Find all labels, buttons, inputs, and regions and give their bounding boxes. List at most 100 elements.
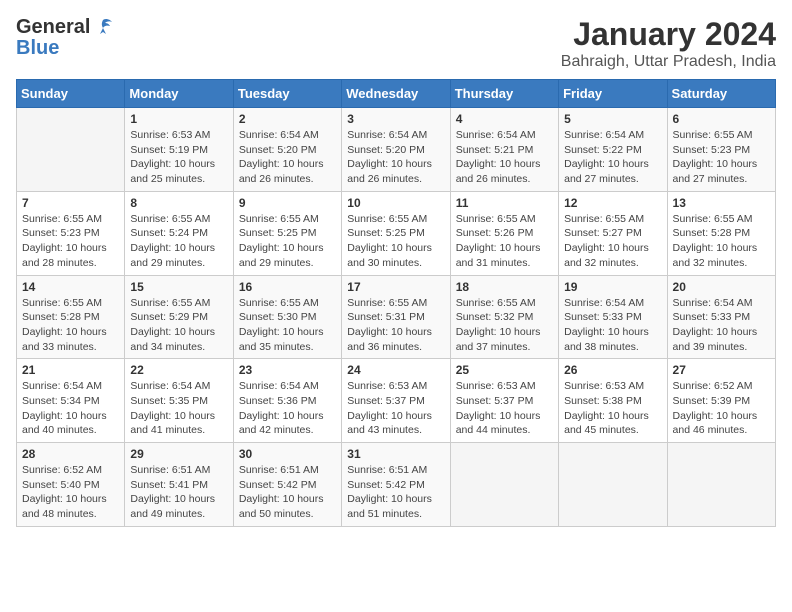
day-number: 1 xyxy=(130,112,227,126)
day-number: 23 xyxy=(239,363,336,377)
day-info: Sunrise: 6:53 AM Sunset: 5:38 PM Dayligh… xyxy=(564,379,661,438)
month-year-title: January 2024 xyxy=(561,16,776,53)
calendar-cell: 22Sunrise: 6:54 AM Sunset: 5:35 PM Dayli… xyxy=(125,359,233,443)
day-number: 6 xyxy=(673,112,770,126)
day-info: Sunrise: 6:55 AM Sunset: 5:30 PM Dayligh… xyxy=(239,296,336,355)
calendar-cell: 13 Sunrise: 6:55 AM Sunset: 5:28 PM Dayli… xyxy=(667,191,775,275)
day-number: 8 xyxy=(130,196,227,210)
calendar-week-row: 1 Sunrise: 6:53 AM Sunset: 5:19 PM Daylig… xyxy=(17,108,776,192)
calendar-cell xyxy=(450,443,558,527)
day-info: Sunrise: 6:55 AM Sunset: 5:27 PM Dayligh… xyxy=(564,212,661,271)
calendar-cell: 9 Sunrise: 6:55 AM Sunset: 5:25 PM Daylig… xyxy=(233,191,341,275)
calendar-cell: 23 Sunrise: 6:54 AM Sunset: 5:36 PM Dayli… xyxy=(233,359,341,443)
day-number: 28 xyxy=(22,447,119,461)
weekday-header-sunday: Sunday xyxy=(17,80,125,108)
day-info: Sunrise: 6:54 AM Sunset: 5:33 PM Dayligh… xyxy=(673,296,770,355)
calendar-cell: 20 Sunrise: 6:54 AM Sunset: 5:33 PM Dayli… xyxy=(667,275,775,359)
day-info: Sunrise: 6:55 AM Sunset: 5:25 PM Dayligh… xyxy=(239,212,336,271)
calendar-cell: 30Sunrise: 6:51 AM Sunset: 5:42 PM Dayli… xyxy=(233,443,341,527)
calendar-cell: 2Sunrise: 6:54 AM Sunset: 5:20 PM Daylig… xyxy=(233,108,341,192)
day-number: 3 xyxy=(347,112,444,126)
calendar-cell: 28 Sunrise: 6:52 AM Sunset: 5:40 PM Dayli… xyxy=(17,443,125,527)
day-info: Sunrise: 6:54 AM Sunset: 5:20 PM Dayligh… xyxy=(239,128,336,187)
day-info: Sunrise: 6:54 AM Sunset: 5:34 PM Dayligh… xyxy=(22,379,119,438)
day-number: 17 xyxy=(347,280,444,294)
day-info: Sunrise: 6:54 AM Sunset: 5:36 PM Dayligh… xyxy=(239,379,336,438)
logo-blue-text: Blue xyxy=(16,38,59,58)
calendar-week-row: 21 Sunrise: 6:54 AM Sunset: 5:34 PM Dayli… xyxy=(17,359,776,443)
calendar-cell: 24 Sunrise: 6:53 AM Sunset: 5:37 PM Dayli… xyxy=(342,359,450,443)
weekday-header-friday: Friday xyxy=(559,80,667,108)
day-number: 11 xyxy=(456,196,553,210)
calendar-cell: 8 Sunrise: 6:55 AM Sunset: 5:24 PM Daylig… xyxy=(125,191,233,275)
calendar-cell: 11Sunrise: 6:55 AM Sunset: 5:26 PM Dayli… xyxy=(450,191,558,275)
day-number: 10 xyxy=(347,196,444,210)
title-block: January 2024 Bahraigh, Uttar Pradesh, In… xyxy=(561,16,776,71)
day-number: 13 xyxy=(673,196,770,210)
day-info: Sunrise: 6:55 AM Sunset: 5:25 PM Dayligh… xyxy=(347,212,444,271)
calendar-cell: 4 Sunrise: 6:54 AM Sunset: 5:21 PM Daylig… xyxy=(450,108,558,192)
calendar-cell xyxy=(17,108,125,192)
location-text: Bahraigh, Uttar Pradesh, India xyxy=(561,53,776,71)
day-info: Sunrise: 6:51 AM Sunset: 5:41 PM Dayligh… xyxy=(130,463,227,522)
day-info: Sunrise: 6:55 AM Sunset: 5:29 PM Dayligh… xyxy=(130,296,227,355)
day-info: Sunrise: 6:55 AM Sunset: 5:23 PM Dayligh… xyxy=(22,212,119,271)
calendar-cell: 16 Sunrise: 6:55 AM Sunset: 5:30 PM Dayli… xyxy=(233,275,341,359)
day-number: 31 xyxy=(347,447,444,461)
page-header: General Blue January 2024 Bahraigh, Utta… xyxy=(16,16,776,71)
calendar-cell: 3 Sunrise: 6:54 AM Sunset: 5:20 PM Daylig… xyxy=(342,108,450,192)
day-info: Sunrise: 6:55 AM Sunset: 5:28 PM Dayligh… xyxy=(22,296,119,355)
day-number: 19 xyxy=(564,280,661,294)
calendar-cell: 27 Sunrise: 6:52 AM Sunset: 5:39 PM Dayli… xyxy=(667,359,775,443)
calendar-week-row: 14 Sunrise: 6:55 AM Sunset: 5:28 PM Dayli… xyxy=(17,275,776,359)
day-info: Sunrise: 6:55 AM Sunset: 5:28 PM Dayligh… xyxy=(673,212,770,271)
day-number: 26 xyxy=(564,363,661,377)
day-number: 21 xyxy=(22,363,119,377)
calendar-cell: 17Sunrise: 6:55 AM Sunset: 5:31 PM Dayli… xyxy=(342,275,450,359)
day-number: 5 xyxy=(564,112,661,126)
day-info: Sunrise: 6:54 AM Sunset: 5:21 PM Dayligh… xyxy=(456,128,553,187)
day-info: Sunrise: 6:52 AM Sunset: 5:39 PM Dayligh… xyxy=(673,379,770,438)
calendar-cell: 1 Sunrise: 6:53 AM Sunset: 5:19 PM Daylig… xyxy=(125,108,233,192)
calendar-cell: 12 Sunrise: 6:55 AM Sunset: 5:27 PM Dayli… xyxy=(559,191,667,275)
calendar-cell: 6Sunrise: 6:55 AM Sunset: 5:23 PM Daylig… xyxy=(667,108,775,192)
calendar-cell: 5 Sunrise: 6:54 AM Sunset: 5:22 PM Daylig… xyxy=(559,108,667,192)
day-info: Sunrise: 6:54 AM Sunset: 5:33 PM Dayligh… xyxy=(564,296,661,355)
day-number: 9 xyxy=(239,196,336,210)
day-number: 25 xyxy=(456,363,553,377)
calendar-cell: 26 Sunrise: 6:53 AM Sunset: 5:38 PM Dayli… xyxy=(559,359,667,443)
day-info: Sunrise: 6:55 AM Sunset: 5:24 PM Dayligh… xyxy=(130,212,227,271)
weekday-header-tuesday: Tuesday xyxy=(233,80,341,108)
calendar-cell: 25 Sunrise: 6:53 AM Sunset: 5:37 PM Dayli… xyxy=(450,359,558,443)
day-number: 16 xyxy=(239,280,336,294)
day-number: 14 xyxy=(22,280,119,294)
day-info: Sunrise: 6:53 AM Sunset: 5:37 PM Dayligh… xyxy=(347,379,444,438)
calendar-cell xyxy=(667,443,775,527)
day-info: Sunrise: 6:53 AM Sunset: 5:37 PM Dayligh… xyxy=(456,379,553,438)
calendar-cell xyxy=(559,443,667,527)
day-number: 24 xyxy=(347,363,444,377)
day-number: 12 xyxy=(564,196,661,210)
calendar-cell: 19 Sunrise: 6:54 AM Sunset: 5:33 PM Dayli… xyxy=(559,275,667,359)
calendar-cell: 10 Sunrise: 6:55 AM Sunset: 5:25 PM Dayli… xyxy=(342,191,450,275)
logo-bird-icon xyxy=(92,16,114,38)
day-info: Sunrise: 6:53 AM Sunset: 5:19 PM Dayligh… xyxy=(130,128,227,187)
day-info: Sunrise: 6:54 AM Sunset: 5:22 PM Dayligh… xyxy=(564,128,661,187)
calendar-table: SundayMondayTuesdayWednesdayThursdayFrid… xyxy=(16,79,776,527)
calendar-cell: 14 Sunrise: 6:55 AM Sunset: 5:28 PM Dayli… xyxy=(17,275,125,359)
day-info: Sunrise: 6:52 AM Sunset: 5:40 PM Dayligh… xyxy=(22,463,119,522)
day-number: 29 xyxy=(130,447,227,461)
calendar-cell: 29 Sunrise: 6:51 AM Sunset: 5:41 PM Dayli… xyxy=(125,443,233,527)
logo: General Blue xyxy=(16,16,114,58)
calendar-cell: 21 Sunrise: 6:54 AM Sunset: 5:34 PM Dayli… xyxy=(17,359,125,443)
weekday-header-saturday: Saturday xyxy=(667,80,775,108)
calendar-week-row: 7Sunrise: 6:55 AM Sunset: 5:23 PM Daylig… xyxy=(17,191,776,275)
calendar-header-row: SundayMondayTuesdayWednesdayThursdayFrid… xyxy=(17,80,776,108)
calendar-cell: 7Sunrise: 6:55 AM Sunset: 5:23 PM Daylig… xyxy=(17,191,125,275)
day-number: 4 xyxy=(456,112,553,126)
day-number: 27 xyxy=(673,363,770,377)
day-info: Sunrise: 6:54 AM Sunset: 5:20 PM Dayligh… xyxy=(347,128,444,187)
calendar-week-row: 28 Sunrise: 6:52 AM Sunset: 5:40 PM Dayli… xyxy=(17,443,776,527)
day-number: 20 xyxy=(673,280,770,294)
weekday-header-thursday: Thursday xyxy=(450,80,558,108)
